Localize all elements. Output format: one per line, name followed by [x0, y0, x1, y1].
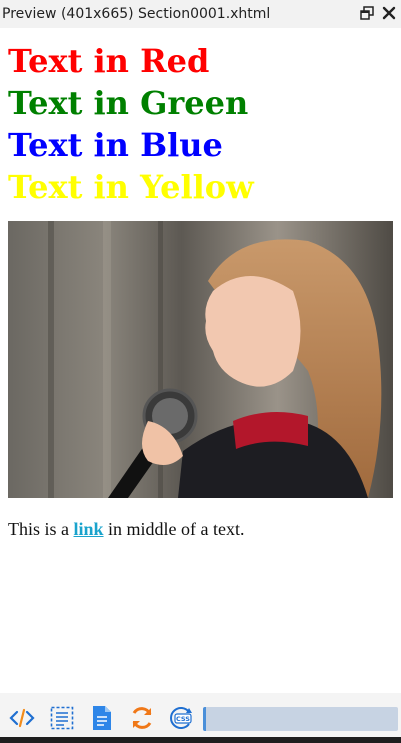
window-bottom-border — [0, 737, 401, 743]
paragraph-text-after: in middle of a text. — [103, 519, 245, 539]
heading-blue: Text in Blue — [8, 126, 223, 164]
heading-yellow: Text in Yellow — [8, 168, 254, 206]
code-view-icon[interactable] — [9, 705, 35, 731]
window-title: Preview (401x665) Section0001.xhtml — [2, 6, 271, 22]
svg-text:CSS: CSS — [176, 715, 190, 723]
restore-window-icon[interactable] — [359, 4, 375, 22]
css-icon[interactable]: CSS — [169, 705, 195, 731]
refresh-icon[interactable] — [129, 705, 155, 731]
body-paragraph: This is a link in middle of a text. — [8, 519, 398, 540]
girl-with-microphone-photo — [8, 221, 393, 498]
preview-toolbar: CSS — [0, 693, 401, 737]
document-icon[interactable] — [89, 705, 115, 731]
heading-green: Text in Green — [8, 84, 249, 122]
inline-link[interactable]: link — [74, 519, 104, 539]
close-icon[interactable] — [381, 4, 397, 22]
paragraph-text-before: This is a — [8, 519, 74, 539]
select-text-icon[interactable] — [49, 705, 75, 731]
preview-title-bar: Preview (401x665) Section0001.xhtml — [0, 0, 401, 28]
heading-red: Text in Red — [8, 42, 210, 80]
preview-content: Text in Red Text in Green Text in Blue T… — [8, 40, 398, 540]
progress-bar — [203, 707, 398, 731]
